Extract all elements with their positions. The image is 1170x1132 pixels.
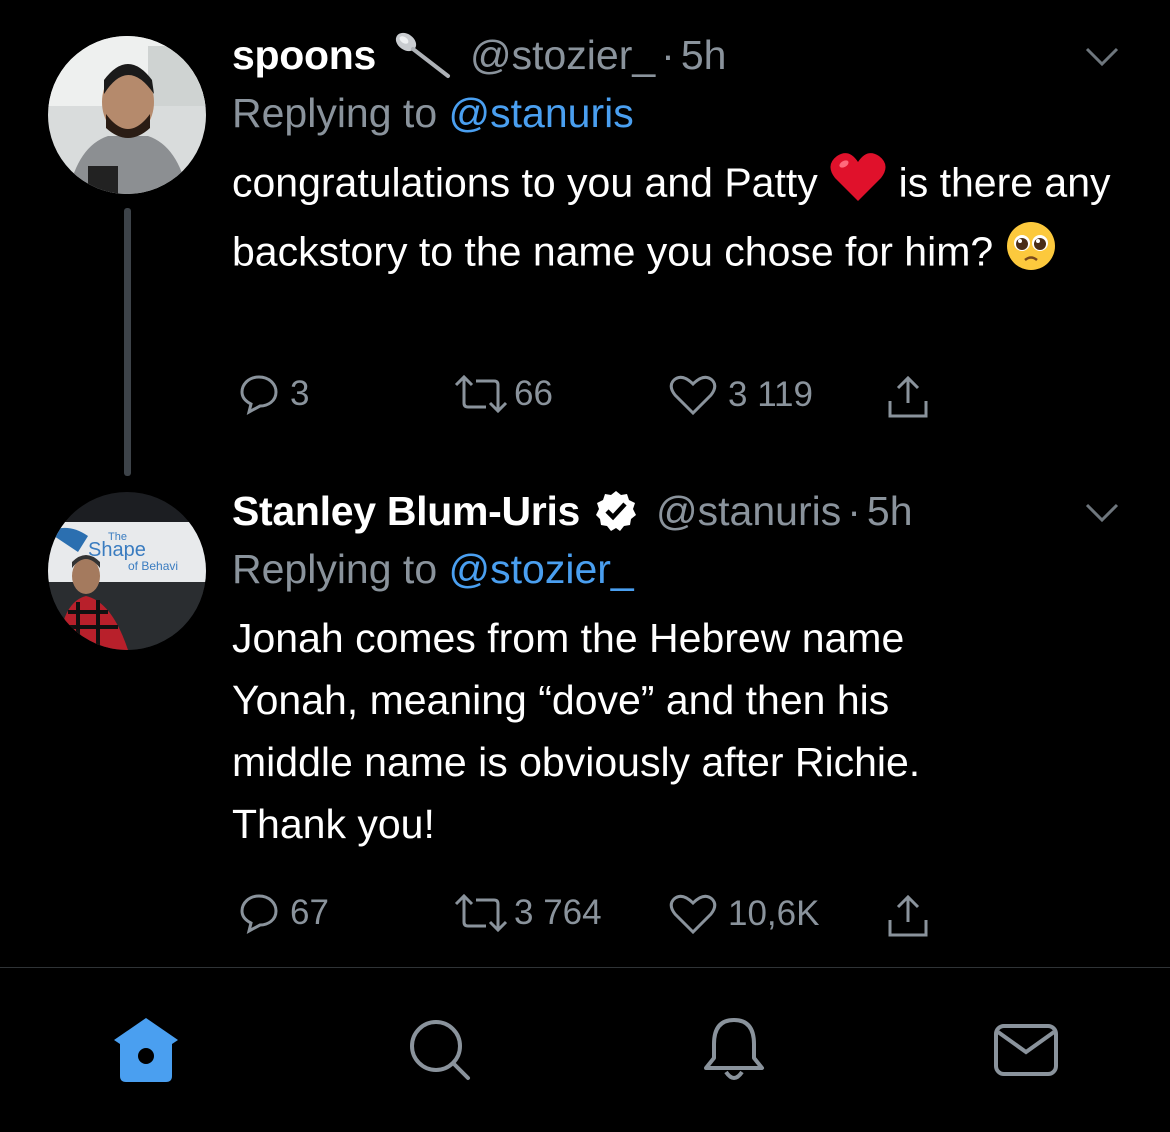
retweet-icon <box>454 893 508 933</box>
tab-search[interactable] <box>400 1010 480 1090</box>
share-icon <box>888 375 928 418</box>
verified-badge-icon <box>594 489 638 533</box>
user-handle[interactable]: @stanuris <box>656 488 841 535</box>
timestamp[interactable]: 5h <box>681 32 727 79</box>
tweet-text-part1: congratulations to you and Patty <box>232 159 818 206</box>
bottom-tab-bar <box>0 968 1170 1132</box>
display-name[interactable]: spoons <box>232 32 376 79</box>
avatar-photo <box>48 36 206 194</box>
like-count: 3 119 <box>728 375 813 414</box>
reply-button[interactable]: 67 <box>238 892 329 934</box>
thread-line <box>124 208 131 476</box>
share-button[interactable] <box>884 892 932 940</box>
like-count: 10,6K <box>728 894 820 933</box>
timestamp[interactable]: 5h <box>867 488 913 535</box>
replying-prefix: Replying to <box>232 546 438 592</box>
replying-prefix: Replying to <box>232 90 438 136</box>
reply-icon <box>240 894 278 934</box>
retweet-button[interactable]: 3 764 <box>452 892 602 934</box>
replying-to-link[interactable]: @stanuris <box>449 90 634 136</box>
avatar-photo: The Shape of Behavi <box>48 492 206 650</box>
tab-notifications[interactable] <box>694 1010 774 1090</box>
tweet-menu-chevron-icon[interactable] <box>1084 46 1120 68</box>
avatar-stanuris[interactable]: The Shape of Behavi <box>48 492 206 650</box>
reply-button[interactable]: 3 <box>238 373 309 415</box>
retweet-count: 3 764 <box>514 893 602 932</box>
share-icon <box>888 894 928 937</box>
reply-count: 67 <box>290 893 329 932</box>
reply-icon <box>240 375 278 415</box>
retweet-button[interactable]: 66 <box>452 373 553 415</box>
user-handle[interactable]: @stozier_ <box>470 32 655 79</box>
home-icon <box>114 1018 178 1082</box>
share-button[interactable] <box>884 373 932 421</box>
avatar-spoons[interactable] <box>48 36 206 194</box>
replying-to: Replying to @stozier_ <box>232 546 1130 593</box>
tweet-text: Jonah comes from the Hebrew name Yonah, … <box>232 615 921 847</box>
separator: · <box>847 487 861 534</box>
retweet-icon <box>454 374 508 414</box>
like-button[interactable]: 3 119 <box>668 373 813 417</box>
tweet-header: spoons @stozier_ · 5h <box>232 30 1130 80</box>
replying-to-link[interactable]: @stozier_ <box>449 546 634 592</box>
heart-icon <box>669 894 717 935</box>
mail-icon <box>994 1024 1058 1076</box>
tab-home[interactable] <box>106 1010 186 1090</box>
retweet-count: 66 <box>514 374 553 413</box>
avatar-sign-text-3: of Behavi <box>128 559 178 573</box>
red-heart-emoji-icon <box>829 151 887 220</box>
reply-count: 3 <box>290 374 310 413</box>
tweet-header: Stanley Blum-Uris @stanuris · 5h <box>232 486 1130 536</box>
display-name[interactable]: Stanley Blum-Uris <box>232 488 580 535</box>
tweet-text: congratulations to you and Patty is ther… <box>232 151 1130 289</box>
spoon-emoji-icon <box>392 30 452 80</box>
separator: · <box>661 31 675 78</box>
search-icon <box>410 1020 470 1080</box>
pleading-face-emoji-icon <box>1005 220 1057 289</box>
like-button[interactable]: 10,6K <box>668 892 819 936</box>
bell-icon <box>704 1018 764 1080</box>
heart-icon <box>669 375 717 416</box>
tab-messages[interactable] <box>986 1010 1066 1090</box>
tweet-menu-chevron-icon[interactable] <box>1084 502 1120 524</box>
replying-to: Replying to @stanuris <box>232 90 1130 137</box>
avatar-sign-text-2: Shape <box>88 539 146 561</box>
